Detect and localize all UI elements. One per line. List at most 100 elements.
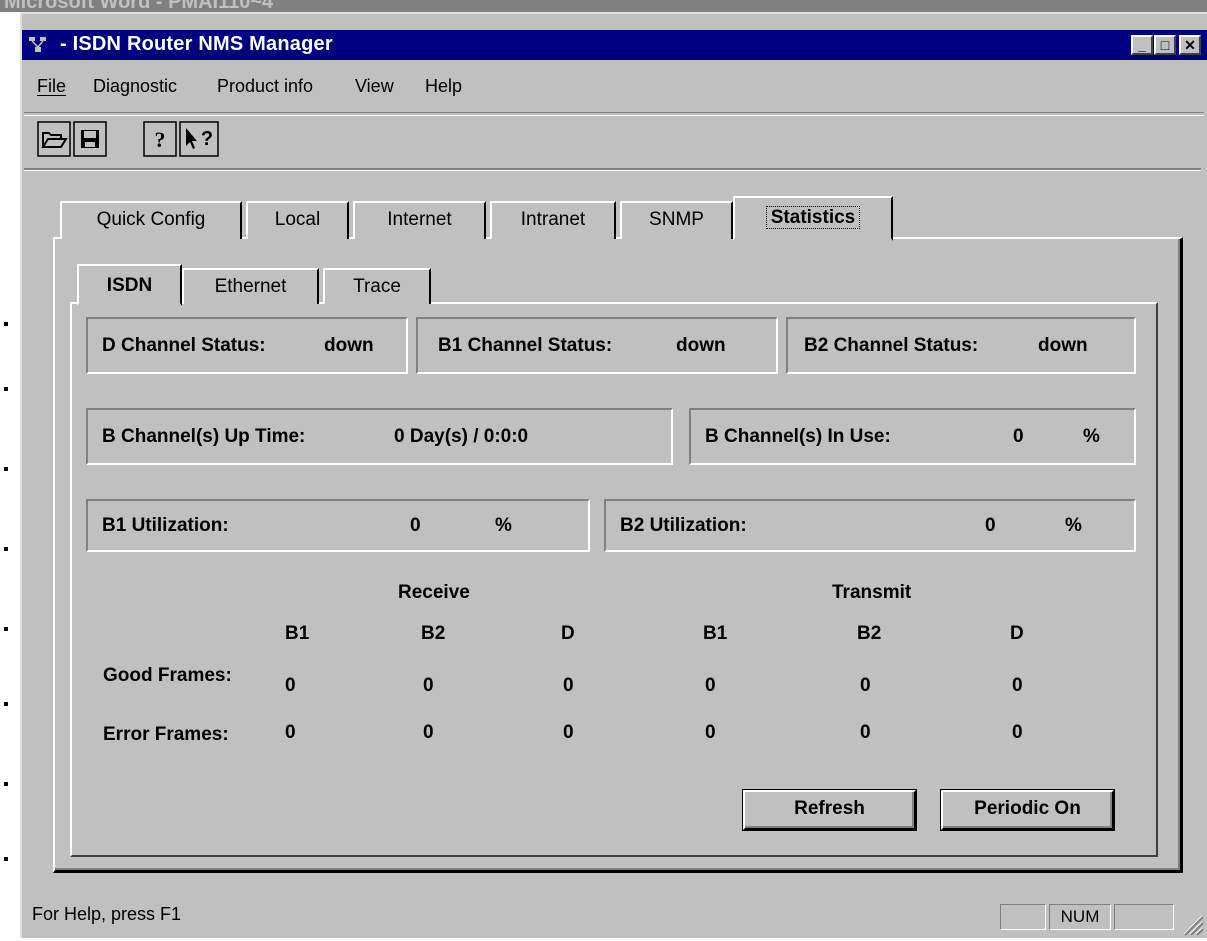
b1-utilization-label: B1 Utilization: bbox=[102, 515, 229, 536]
menu-product-info-label: Product info bbox=[217, 76, 314, 96]
b2-utilization-value: 0 bbox=[985, 515, 996, 536]
good-frames-value: 0 bbox=[1012, 675, 1023, 696]
maximize-button[interactable]: □ bbox=[1154, 35, 1176, 55]
edge-mark bbox=[4, 547, 8, 551]
menu-file-label: File bbox=[37, 76, 67, 96]
error-frames-value: 0 bbox=[1012, 722, 1023, 743]
b1-utilization-unit: % bbox=[495, 515, 512, 536]
error-frames-value: 0 bbox=[705, 722, 716, 743]
menu-product-info[interactable]: Product info bbox=[217, 76, 313, 97]
status-pane-empty bbox=[1000, 904, 1046, 930]
b2-utilization-panel: B2 Utilization: 0 % bbox=[604, 499, 1136, 552]
b1-channel-status-label: B1 Channel Status: bbox=[438, 335, 613, 356]
menu-help-label: Help bbox=[425, 76, 463, 96]
maximize-icon: □ bbox=[1160, 37, 1170, 53]
error-frames-value: 0 bbox=[285, 722, 296, 743]
edge-mark bbox=[4, 627, 8, 631]
edge-mark bbox=[4, 857, 8, 861]
edge-mark bbox=[4, 322, 8, 326]
svg-text:?: ? bbox=[155, 127, 166, 152]
tab-isdn[interactable]: ISDN bbox=[77, 264, 182, 306]
b-channel-in-use-value: 0 bbox=[1013, 426, 1024, 447]
tab-internet-label: Internet bbox=[387, 209, 452, 230]
tab-intranet-label: Intranet bbox=[520, 209, 586, 230]
open-folder-icon[interactable] bbox=[37, 121, 71, 157]
tab-intranet[interactable]: Intranet bbox=[490, 201, 616, 239]
good-frames-value: 0 bbox=[860, 675, 871, 696]
isdn-tab-page bbox=[70, 302, 1158, 857]
good-frames-label: Good Frames: bbox=[103, 665, 232, 686]
d-channel-status-label: D Channel Status: bbox=[102, 335, 266, 356]
tab-ethernet-label: Ethernet bbox=[214, 276, 287, 297]
app-network-icon[interactable] bbox=[28, 35, 48, 55]
menu-diagnostic[interactable]: Diagnostic bbox=[93, 76, 177, 97]
column-header: B2 bbox=[857, 623, 882, 644]
svg-text:?: ? bbox=[201, 128, 213, 150]
tab-snmp[interactable]: SNMP bbox=[620, 201, 733, 239]
b1-utilization-value: 0 bbox=[410, 515, 421, 536]
menu-view-label: View bbox=[355, 76, 394, 96]
b2-utilization-unit: % bbox=[1065, 515, 1082, 536]
tab-quick-config-label: Quick Config bbox=[96, 209, 206, 230]
status-bar-text: For Help, press F1 bbox=[32, 904, 182, 924]
d-channel-status-panel: D Channel Status: down bbox=[86, 317, 408, 374]
tab-ethernet[interactable]: Ethernet bbox=[182, 268, 319, 304]
tab-internet[interactable]: Internet bbox=[353, 201, 486, 239]
menu-help[interactable]: Help bbox=[425, 76, 462, 97]
menu-view[interactable]: View bbox=[355, 76, 394, 97]
column-header: B1 bbox=[285, 623, 310, 644]
d-channel-status-value: down bbox=[324, 335, 374, 356]
tab-trace-label: Trace bbox=[353, 276, 401, 297]
b-channel-in-use-panel: B Channel(s) In Use: 0 % bbox=[689, 408, 1136, 465]
error-frames-value: 0 bbox=[563, 722, 574, 743]
good-frames-value: 0 bbox=[285, 675, 296, 696]
status-pane-empty bbox=[1114, 904, 1174, 930]
b1-channel-status-panel: B1 Channel Status: down bbox=[416, 317, 778, 374]
column-header: D bbox=[561, 623, 575, 644]
b2-channel-status-label: B2 Channel Status: bbox=[804, 335, 979, 356]
error-frames-value: 0 bbox=[423, 722, 434, 743]
tab-isdn-label: ISDN bbox=[106, 275, 153, 296]
tab-local-label: Local bbox=[274, 209, 321, 230]
menu-file[interactable]: File bbox=[37, 76, 66, 97]
good-frames-value: 0 bbox=[705, 675, 716, 696]
context-help-icon[interactable]: ? bbox=[179, 121, 219, 157]
b-channel-uptime-value: 0 Day(s) / 0:0:0 bbox=[394, 426, 529, 447]
tab-trace[interactable]: Trace bbox=[323, 268, 431, 304]
background-window-title: Microsoft Word - PMAI110~4 bbox=[4, 0, 274, 12]
edge-mark bbox=[4, 467, 8, 471]
resize-grip-icon[interactable] bbox=[1180, 912, 1204, 936]
edge-mark bbox=[4, 782, 8, 786]
client-area-border bbox=[24, 168, 1201, 171]
periodic-on-button[interactable]: Periodic On bbox=[940, 789, 1115, 831]
tab-snmp-label: SNMP bbox=[649, 209, 704, 230]
b-channel-uptime-panel: B Channel(s) Up Time: 0 Day(s) / 0:0:0 bbox=[86, 408, 673, 465]
error-frames-label: Error Frames: bbox=[103, 724, 229, 745]
column-header: B2 bbox=[421, 623, 446, 644]
tab-quick-config[interactable]: Quick Config bbox=[60, 201, 242, 239]
save-disk-icon[interactable] bbox=[73, 121, 107, 157]
tab-local[interactable]: Local bbox=[246, 201, 349, 239]
toolbar-separator bbox=[24, 112, 1204, 116]
background-window-edge bbox=[0, 12, 20, 938]
column-header: B1 bbox=[703, 623, 728, 644]
tab-statistics-label: Statistics bbox=[765, 206, 861, 229]
good-frames-value: 0 bbox=[563, 675, 574, 696]
error-frames-value: 0 bbox=[860, 722, 871, 743]
help-icon[interactable]: ? bbox=[143, 121, 177, 157]
minimize-icon: _ bbox=[1138, 37, 1146, 53]
b-channel-in-use-unit: % bbox=[1083, 426, 1100, 447]
b-channel-in-use-label: B Channel(s) In Use: bbox=[705, 426, 891, 447]
close-button[interactable]: ✕ bbox=[1179, 35, 1201, 55]
b2-channel-status-value: down bbox=[1038, 335, 1088, 356]
b1-utilization-panel: B1 Utilization: 0 % bbox=[86, 499, 590, 552]
edge-mark bbox=[4, 387, 8, 391]
b2-channel-status-panel: B2 Channel Status: down bbox=[786, 317, 1136, 374]
minimize-button[interactable]: _ bbox=[1131, 35, 1153, 55]
b-channel-uptime-label: B Channel(s) Up Time: bbox=[102, 426, 306, 447]
refresh-button[interactable]: Refresh bbox=[742, 789, 917, 831]
tab-statistics[interactable]: Statistics bbox=[733, 196, 893, 241]
background-window-titlebar: Microsoft Word - PMAI110~4 bbox=[0, 0, 1207, 12]
edge-mark bbox=[4, 702, 8, 706]
menu-diagnostic-label: Diagnostic bbox=[93, 76, 178, 96]
